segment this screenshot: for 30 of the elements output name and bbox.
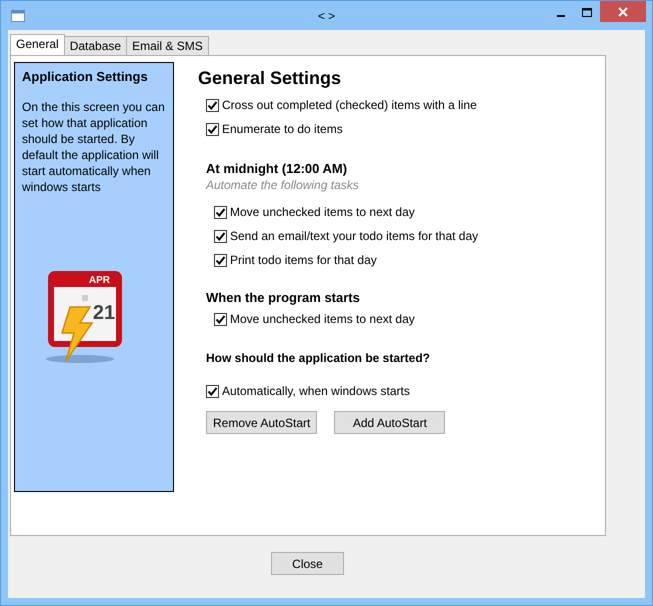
tab[interactable]: Database [64, 36, 128, 55]
section-title: At midnight (12:00 AM) [205, 161, 348, 176]
section-title: When the program starts [205, 290, 361, 305]
checkbox-label: Send an email/text your todo items for that day [230, 229, 478, 243]
window-title: < > [318, 9, 336, 23]
page-heading: General Settings [198, 68, 342, 89]
autostart-button[interactable]: Add AutoStart [334, 411, 446, 434]
autostart-button[interactable]: Remove AutoStart [206, 411, 318, 434]
checkbox[interactable] [214, 312, 227, 326]
section-subtitle: Automate the following tasks [204, 178, 360, 192]
checkbox[interactable] [206, 122, 219, 136]
checkbox[interactable] [206, 384, 219, 398]
close-button[interactable]: Close [271, 552, 344, 575]
checkbox[interactable] [214, 206, 227, 218]
tab[interactable]: General [10, 34, 65, 55]
checkbox-label: Automatically, when windows starts [222, 384, 410, 398]
checkbox[interactable] [214, 230, 227, 242]
checkbox-label: Cross out completed (checked) items with a line [222, 98, 477, 112]
checkbox-label: Enumerate to do items [222, 122, 343, 136]
close-icon[interactable] [600, 1, 646, 22]
sidebar-description: On the this screen you can set how that application should be started. By default the application will start automatically when windows starts [22, 99, 166, 195]
app-icon [11, 10, 25, 22]
checkbox[interactable] [214, 254, 227, 266]
section-title: How should the application be started? [205, 351, 432, 365]
tab[interactable]: Email & SMS [126, 36, 209, 55]
checkbox[interactable] [206, 98, 219, 112]
checkbox-label: Print todo items for that day [230, 253, 377, 267]
sidebar-title: Application Settings [22, 69, 149, 84]
checkbox-label: Move unchecked items to next day [230, 205, 415, 219]
checkbox-label: Move unchecked items to next day [230, 312, 415, 326]
